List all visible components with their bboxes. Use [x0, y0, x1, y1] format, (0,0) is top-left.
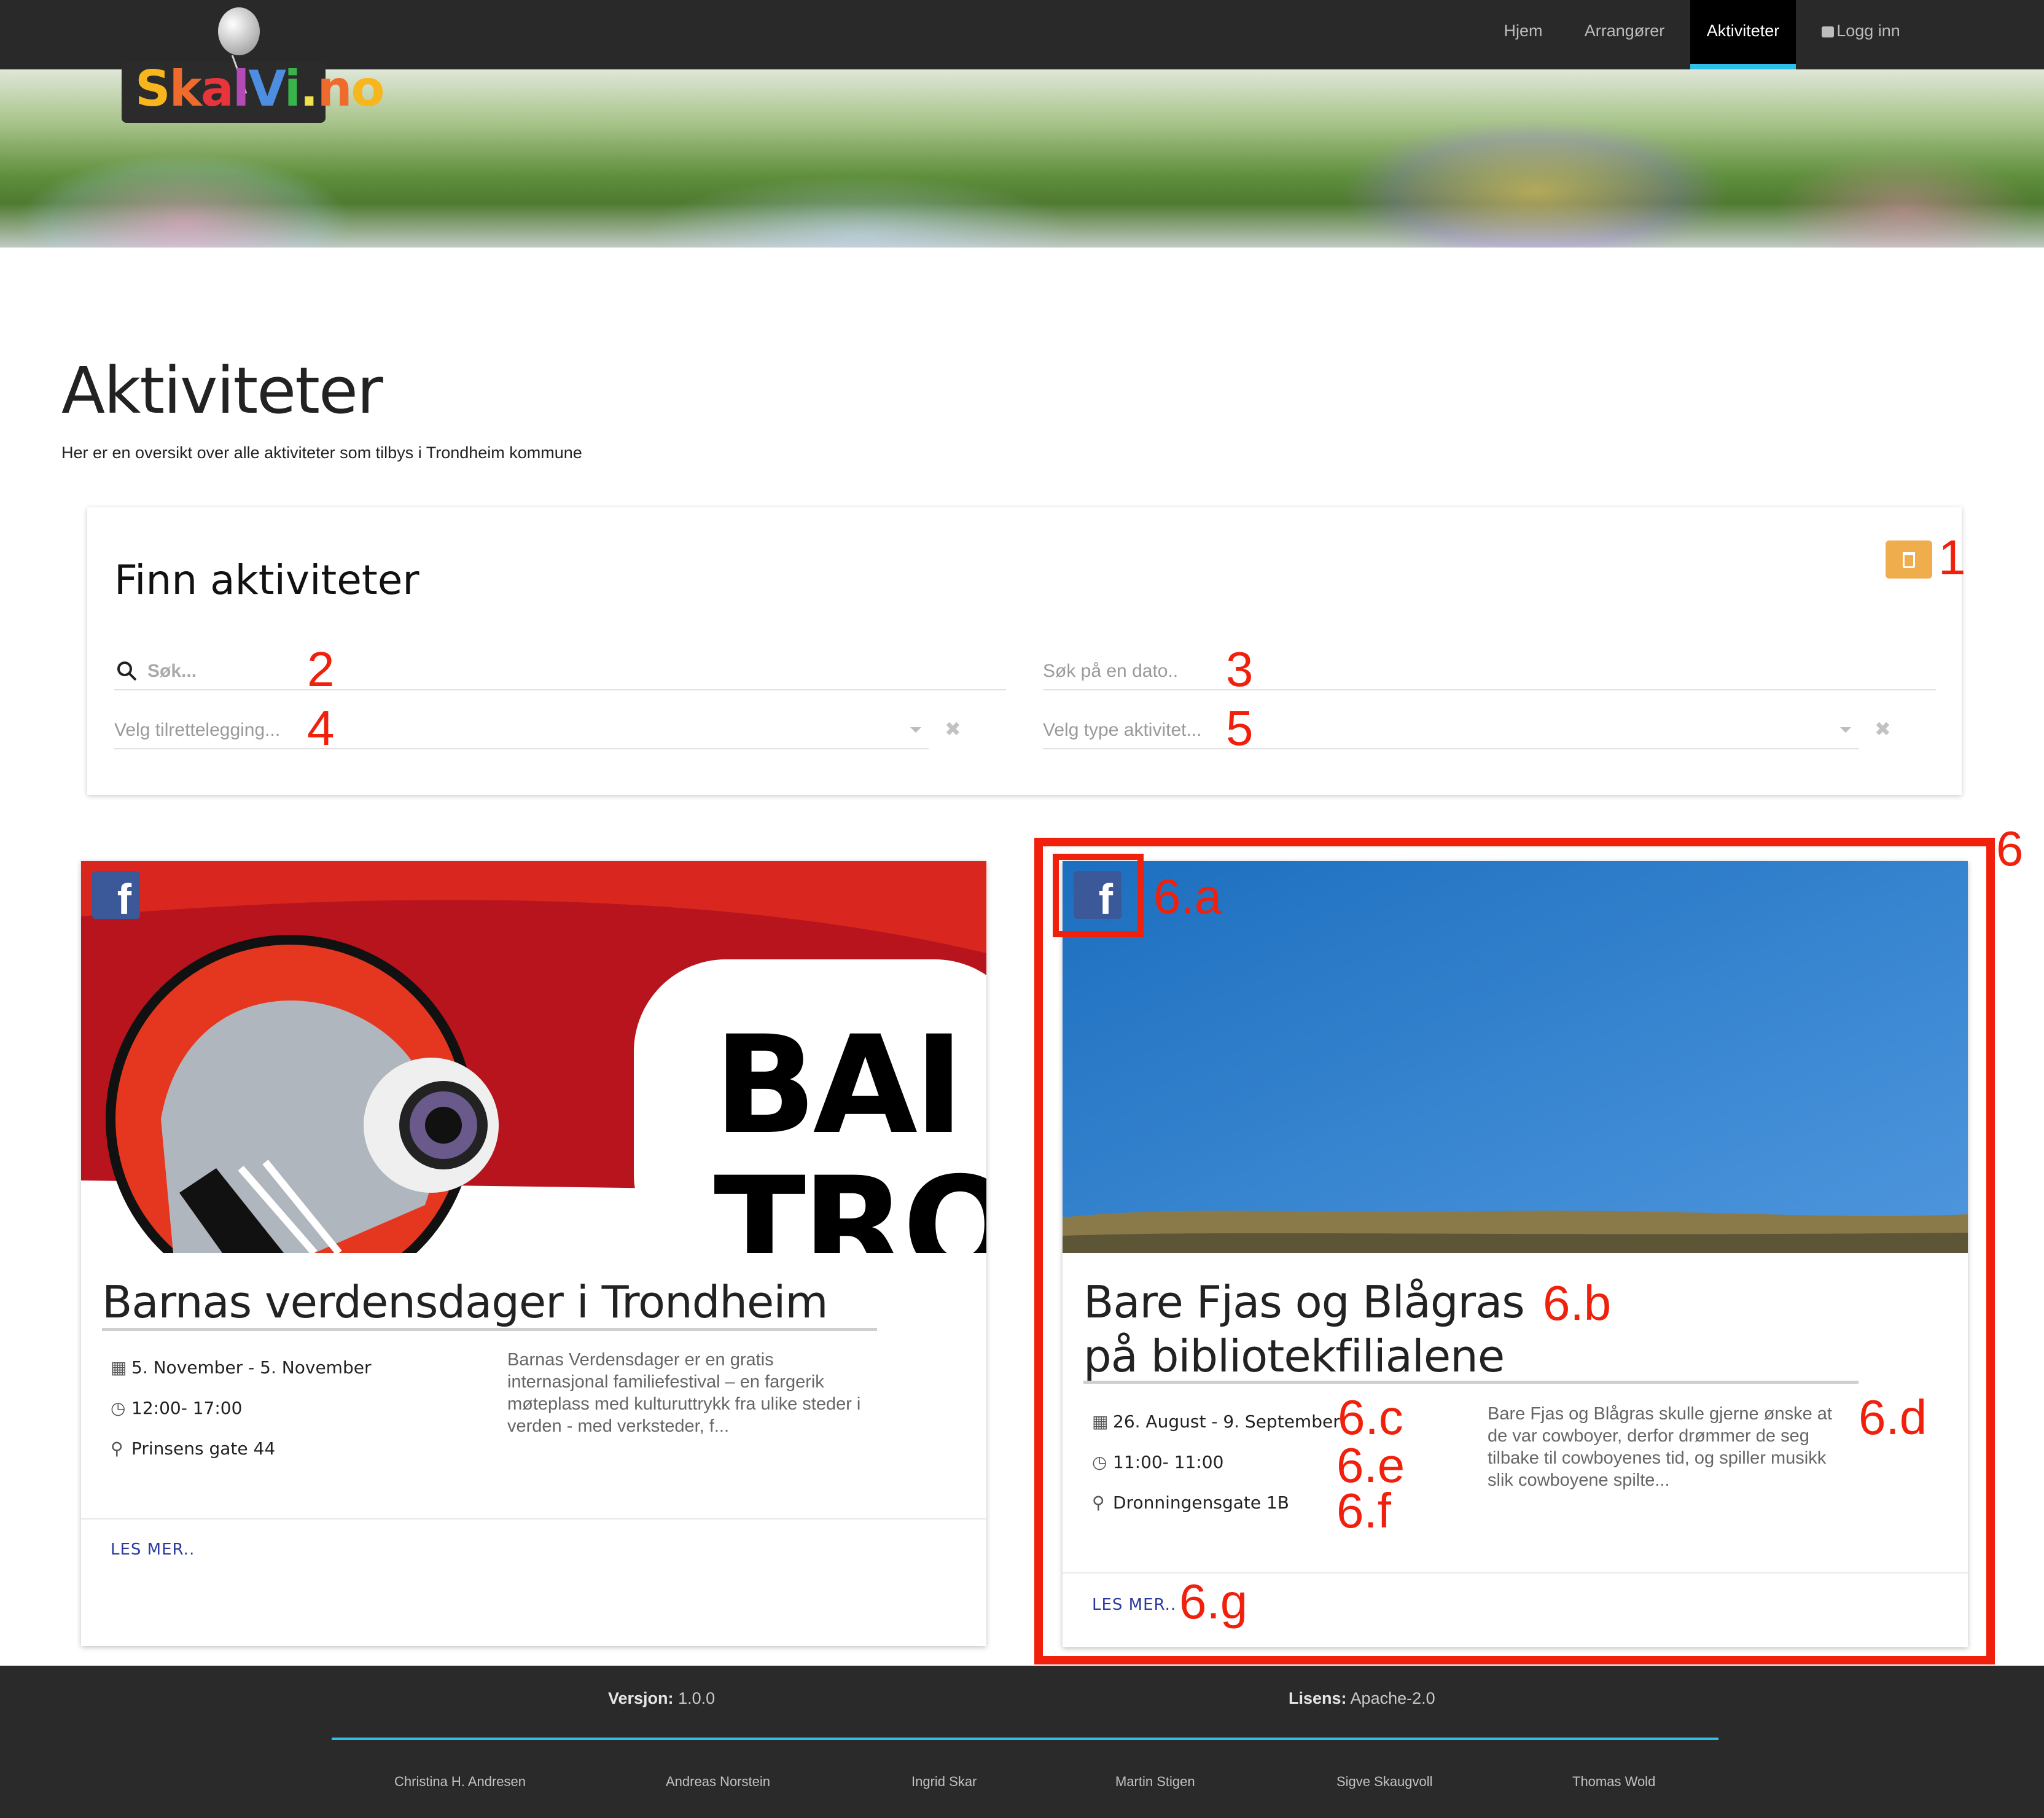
- activity-type-select[interactable]: Velg type aktivitet...: [1043, 705, 1859, 749]
- activity-type-placeholder: Velg type aktivitet...: [1043, 720, 1202, 740]
- logo-text: SkalVi.no: [135, 60, 384, 117]
- card-image-text: BAI TRO: [714, 1007, 986, 1253]
- top-navbar: Hjem Arrangører Aktiviteter Logg inn: [0, 0, 2044, 69]
- page-title: Aktiviteter: [61, 353, 383, 428]
- annotation-label: 2: [307, 642, 335, 696]
- annotation-label: 6.e: [1336, 1438, 1405, 1492]
- annotation-label: 5: [1226, 701, 1254, 755]
- lock-icon: [1822, 26, 1835, 37]
- chevron-down-icon: [910, 727, 921, 733]
- footer-divider: [332, 1738, 1718, 1740]
- card-date-text: 5. November - 5. November: [131, 1357, 372, 1378]
- date-input[interactable]: Søk på en dato..: [1043, 646, 1936, 690]
- nav-label: Logg inn: [1836, 21, 1900, 40]
- nav-label: Aktiviteter: [1706, 21, 1780, 40]
- card-location: ⚲ Prinsens gate 44: [111, 1438, 275, 1459]
- annotation-label: 3: [1226, 642, 1254, 696]
- nav-item-aktiviteter[interactable]: Aktiviteter: [1690, 0, 1796, 69]
- clear-filters-button[interactable]: [1886, 540, 1932, 579]
- footer-version: Versjon: 1.0.0: [608, 1689, 715, 1708]
- footer-author: Sigve Skaugvoll: [1336, 1774, 1433, 1789]
- card-date: ▦ 5. November - 5. November: [111, 1357, 371, 1378]
- search-panel: Finn aktiviteter Søk... Søk på en dato..…: [87, 507, 1962, 795]
- annotation-label: 6: [1996, 821, 2024, 876]
- nav-item-hjem[interactable]: Hjem: [1489, 0, 1557, 69]
- footer-author: Martin Stigen: [1115, 1774, 1195, 1789]
- chevron-down-icon: [1840, 727, 1851, 733]
- annotation-label: 6.f: [1336, 1483, 1391, 1538]
- read-more-link[interactable]: LES MER..: [111, 1540, 195, 1559]
- card-image[interactable]: BAI TRO f: [81, 861, 986, 1253]
- card-time: ◷ 12:00- 17:00: [111, 1398, 242, 1418]
- footer-version-label: Versjon:: [608, 1689, 674, 1707]
- nav-label: Arrangører: [1584, 21, 1665, 40]
- annotation-label: 6.a: [1153, 869, 1222, 924]
- footer-license-value: Apache-2.0: [1350, 1689, 1435, 1707]
- footer: Versjon: 1.0.0 Lisens: Apache-2.0 Christ…: [0, 1666, 2044, 1818]
- calendar-icon: ▦: [111, 1357, 127, 1378]
- search-panel-title: Finn aktiviteter: [114, 556, 419, 604]
- nav-item-arrangorer[interactable]: Arrangører: [1572, 0, 1677, 69]
- card-location-text: Prinsens gate 44: [131, 1438, 276, 1459]
- balloon-icon: [218, 7, 260, 55]
- search-input[interactable]: Søk...: [114, 646, 1006, 690]
- facilitation-placeholder: Velg tilrettelegging...: [114, 720, 281, 740]
- title-underline: [102, 1328, 877, 1331]
- page-subtitle: Her er en oversikt over alle aktiviteter…: [61, 443, 582, 462]
- card-divider: [81, 1518, 986, 1520]
- facebook-icon[interactable]: f: [92, 871, 140, 923]
- clock-icon: ◷: [111, 1398, 126, 1418]
- clear-facilitation-icon[interactable]: ✖: [945, 717, 961, 741]
- facilitation-select[interactable]: Velg tilrettelegging...: [114, 705, 929, 749]
- footer-author: Thomas Wold: [1572, 1774, 1656, 1789]
- footer-license-label: Lisens:: [1289, 1689, 1347, 1707]
- card-description: Barnas Verdensdager er en gratis interna…: [507, 1350, 861, 1436]
- annotation-label: 6.c: [1338, 1390, 1403, 1445]
- annotation-label: 4: [307, 701, 335, 755]
- annotation-label: 1: [1938, 530, 1966, 585]
- footer-version-value: 1.0.0: [678, 1689, 716, 1707]
- annotation-label: 6.g: [1179, 1574, 1248, 1629]
- footer-author: Andreas Norstein: [666, 1774, 770, 1789]
- annotation-label: 6.b: [1543, 1276, 1612, 1330]
- trash-icon: [1903, 552, 1915, 568]
- nav-item-logg-inn[interactable]: Logg inn: [1815, 0, 1907, 69]
- date-placeholder: Søk på en dato..: [1043, 661, 1179, 681]
- search-icon: [117, 661, 137, 681]
- clear-activity-type-icon[interactable]: ✖: [1874, 717, 1891, 741]
- annotation-box: [1053, 854, 1144, 937]
- card-title[interactable]: Barnas verdensdager i Trondheim: [102, 1275, 828, 1329]
- map-marker-icon: ⚲: [111, 1438, 123, 1459]
- card-time-text: 12:00- 17:00: [131, 1398, 243, 1418]
- nav-label: Hjem: [1504, 21, 1543, 40]
- annotation-box: [1034, 838, 1995, 1664]
- search-placeholder: Søk...: [147, 661, 197, 681]
- site-logo[interactable]: SkalVi.no: [122, 7, 384, 123]
- footer-author: Christina H. Andresen: [394, 1774, 526, 1789]
- activity-card: BAI TRO f Barnas verdensdager i Trondhei…: [81, 861, 986, 1646]
- footer-author: Ingrid Skar: [911, 1774, 977, 1789]
- annotation-label: 6.d: [1859, 1390, 1927, 1445]
- footer-license: Lisens: Apache-2.0: [1289, 1689, 1435, 1708]
